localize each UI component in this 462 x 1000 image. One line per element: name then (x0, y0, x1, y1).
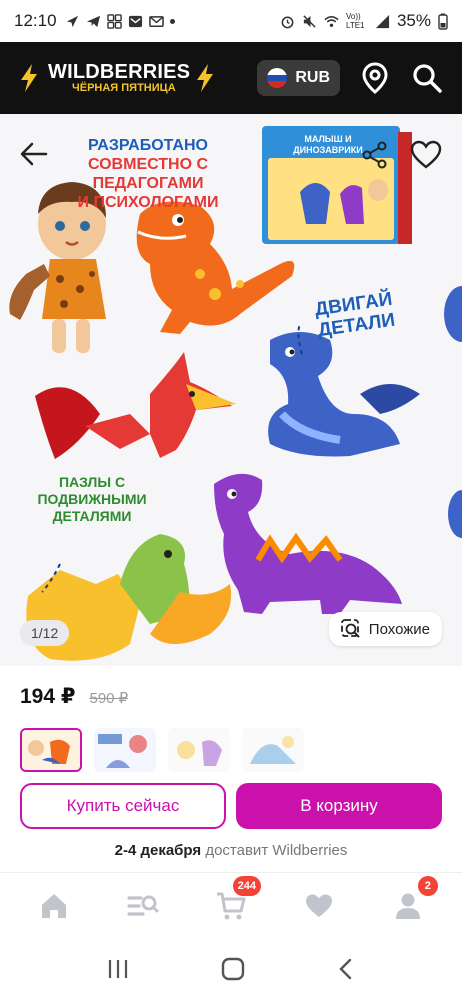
catalog-search-icon (126, 895, 159, 916)
similar-label: Похожие (368, 620, 430, 638)
plesiosaur-illustration (268, 332, 420, 457)
nav-cart[interactable]: 244 (213, 875, 261, 924)
telegram-icon (86, 15, 100, 27)
current-price: 194 ₽ (20, 685, 76, 708)
thumbnail-strip (20, 728, 304, 772)
status-system-icons: Vo)) LTE1 35% (280, 11, 448, 31)
nav-home[interactable] (36, 888, 72, 924)
headline-line-1: РАЗРАБОТАНО (88, 137, 208, 154)
back-arrow-icon[interactable] (18, 138, 50, 170)
nav-favorites[interactable] (301, 888, 337, 924)
delivery-date: 2-4 декабря (114, 842, 202, 859)
currency-selector[interactable]: RUB (257, 60, 340, 96)
status-time: 12:10 (14, 11, 57, 30)
brontosaurus-illustration (214, 473, 402, 614)
old-price: 590 ₽ (89, 690, 129, 707)
similar-button[interactable]: Похожие (328, 612, 442, 646)
share-icon[interactable] (360, 140, 390, 170)
wifi-icon (324, 15, 339, 27)
profile-count-badge: 2 (417, 875, 438, 896)
alarm-icon (281, 16, 294, 28)
gallery-headline: РАЗРАБОТАНО СОВМЕСТНО С ПЕДАГОГАМИ И ПСИ… (38, 136, 258, 212)
battery-percent: 35% (396, 11, 431, 30)
bottom-navigation: 244 2 (0, 872, 462, 938)
lightning-left-icon (21, 64, 37, 92)
mail-box-icon (128, 15, 142, 27)
system-back-icon[interactable] (336, 958, 356, 980)
currency-label: RUB (295, 69, 330, 86)
location-pin-icon[interactable] (358, 61, 392, 95)
delivery-info: 2-4 декабря доставит Wildberries (0, 842, 462, 859)
home-button-icon[interactable] (221, 957, 245, 981)
similar-search-icon (340, 619, 360, 638)
home-icon (42, 893, 67, 918)
email-icon (148, 15, 164, 27)
headline-line-2: СОВМЕСТНО С ПЕДАГОГАМИ (87, 156, 209, 192)
favorites-heart-icon (306, 894, 333, 917)
apps-grid-icon (106, 13, 122, 29)
nav-profile[interactable]: 2 (390, 875, 438, 924)
favorite-heart-icon[interactable] (410, 140, 442, 170)
wildberries-logo[interactable]: WILDBERRIES ЧЁРНАЯ ПЯТНИЦА (48, 62, 190, 95)
battery-icon (438, 13, 448, 30)
puzzles-label: ПАЗЛЫ С ПОДВИЖНЫМИ ДЕТАЛЯМИ (37, 474, 147, 524)
app-header: WILDBERRIES ЧЁРНАЯ ПЯТНИЦА RUB (0, 42, 462, 114)
promo-label: ЧЁРНАЯ ПЯТНИЦА (72, 81, 176, 94)
thumbnail-2[interactable] (94, 728, 156, 772)
price-row: 194 ₽ 590 ₽ (20, 684, 128, 709)
lightning-right-icon (197, 64, 214, 92)
profile-icon (395, 893, 420, 919)
network-label: Vo)) LTE1 (345, 12, 365, 30)
headline-line-3: И ПСИХОЛОГАМИ (77, 194, 219, 211)
more-dot-icon (169, 18, 175, 24)
brand-name: WILDBERRIES (48, 60, 191, 83)
buy-now-button[interactable]: Купить сейчас (20, 783, 226, 829)
system-navigation-bar (0, 938, 462, 1000)
russia-flag-icon (267, 68, 288, 88)
pterodactyl-illustration (35, 352, 236, 459)
product-image-gallery[interactable]: РАЗРАБОТАНО СОВМЕСТНО С ПЕДАГОГАМИ И ПСИ… (0, 114, 462, 666)
cart-count-badge: 244 (232, 875, 261, 896)
thumbnail-1[interactable] (20, 728, 82, 772)
image-counter: 1/12 (20, 620, 70, 646)
nav-catalog[interactable] (125, 888, 161, 924)
mute-icon (303, 14, 316, 28)
thumbnail-4[interactable] (242, 728, 304, 772)
status-bar: 12:10 Vo)) LTE1 35% (0, 0, 462, 42)
signal-icon (375, 14, 390, 28)
recent-apps-icon[interactable] (106, 958, 130, 980)
status-notification-icons (65, 13, 175, 29)
thumbnail-3[interactable] (168, 728, 230, 772)
add-to-cart-button[interactable]: В корзину (236, 783, 442, 829)
delivery-text: доставит Wildberries (205, 842, 348, 859)
search-icon[interactable] (410, 61, 444, 95)
location-arrow-icon (66, 15, 78, 27)
